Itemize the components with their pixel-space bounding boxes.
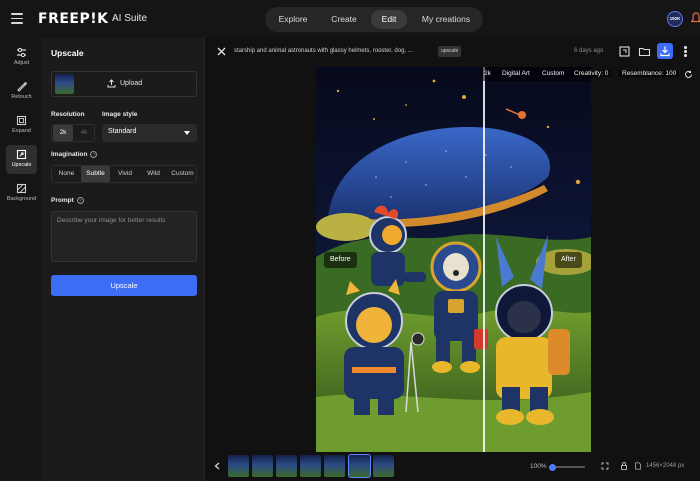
before-label: Before <box>324 252 357 268</box>
nav-create[interactable]: Create <box>323 10 365 29</box>
timestamp: 6 days ago <box>574 48 604 54</box>
resolution-toggle: 2k 4k <box>51 124 95 142</box>
top-bar: FREEP!K AI Suite Explore Create Edit My … <box>0 0 700 38</box>
rail-upscale-label: Upscale <box>11 162 32 168</box>
main-area: starship and animal astronauts with glas… <box>205 38 700 481</box>
refresh-icon[interactable] <box>684 70 693 79</box>
nav-edit[interactable]: Edit <box>371 10 407 29</box>
tool-rail: Adjust Retouch Expand Upscale Background <box>0 38 42 481</box>
imagination-label: Imagination? <box>51 151 98 158</box>
menu-icon[interactable] <box>11 13 23 24</box>
image-dimensions: 1456×2048 px <box>646 463 685 469</box>
rail-background[interactable]: Background <box>6 179 37 208</box>
astronaut-artwork <box>316 67 591 452</box>
nav-explore[interactable]: Explore <box>269 10 317 29</box>
image-style-label: Image style <box>102 111 138 118</box>
resolution-4k[interactable]: 4k <box>74 125 94 141</box>
after-label: After <box>555 252 582 268</box>
resolution-2k[interactable]: 2k <box>53 125 73 141</box>
chevron-left-icon[interactable] <box>214 462 220 470</box>
brush-icon <box>17 81 27 92</box>
info-creativity: Creativity: 0 <box>571 70 612 77</box>
source-thumbnail <box>55 74 74 94</box>
compare-slider[interactable] <box>483 67 485 452</box>
upscale-tag: upscale <box>438 46 462 57</box>
imagination-custom[interactable]: Custom <box>168 166 197 182</box>
upscale-panel: Upscale Upload Resolution Image style 2k… <box>42 38 205 481</box>
info-resolution: 2k <box>484 70 491 77</box>
expand-icon <box>16 115 27 126</box>
imagination-vivid[interactable]: Vivid <box>111 166 139 182</box>
nav-my-creations[interactable]: My creations <box>413 10 479 29</box>
compare-icon[interactable] <box>617 44 632 59</box>
resolution-label: Resolution <box>51 111 85 118</box>
rail-retouch[interactable]: Retouch <box>6 77 37 106</box>
rail-adjust[interactable]: Adjust <box>6 43 37 72</box>
folder-icon[interactable] <box>637 44 652 59</box>
bell-icon[interactable] <box>691 12 700 24</box>
upload-box[interactable]: Upload <box>51 71 197 97</box>
info-style: Digital Art <box>502 70 530 77</box>
rail-expand[interactable]: Expand <box>6 111 37 140</box>
logo-subtitle: AI Suite <box>112 13 148 24</box>
imagination-toggle: None Subtle Vivid Wild Custom <box>51 165 197 183</box>
chevron-down-icon <box>184 131 190 135</box>
lock-icon[interactable] <box>620 462 628 470</box>
history-thumb-selected[interactable] <box>348 454 371 478</box>
imagination-none[interactable]: None <box>53 166 80 182</box>
download-icon <box>660 46 670 57</box>
history-thumb[interactable] <box>324 455 345 477</box>
zoom-value: 100% <box>530 463 547 470</box>
upscale-button[interactable]: Upscale <box>51 275 197 296</box>
rail-expand-label: Expand <box>12 128 31 134</box>
zoom-slider[interactable] <box>549 463 585 471</box>
image-canvas[interactable]: 2k Digital Art Custom Before After <box>316 67 591 452</box>
info-resemblance: Resemblance: 100 <box>619 70 680 77</box>
zoom-handle[interactable] <box>549 463 557 471</box>
imagination-wild[interactable]: Wild <box>140 166 167 182</box>
credits-badge[interactable]: 192K <box>667 11 683 27</box>
upload-icon <box>107 79 116 88</box>
help-icon[interactable]: ? <box>90 151 98 158</box>
image-style-select[interactable]: Standard <box>102 124 197 142</box>
more-options-icon[interactable] <box>684 46 687 58</box>
help-icon[interactable]: ? <box>76 197 84 204</box>
history-thumb[interactable] <box>300 455 321 477</box>
history-thumb[interactable] <box>276 455 297 477</box>
image-description: starship and animal astronauts with glas… <box>234 48 413 54</box>
rail-adjust-label: Adjust <box>13 60 30 66</box>
panel-title: Upscale <box>51 48 84 58</box>
download-button[interactable] <box>657 43 673 59</box>
imagination-subtle[interactable]: Subtle <box>81 166 110 182</box>
close-icon[interactable] <box>217 47 226 56</box>
prompt-placeholder: Describe your image for better results <box>57 217 166 224</box>
upscale-icon <box>16 149 27 160</box>
prompt-input[interactable]: Describe your image for better results <box>51 211 197 262</box>
fit-screen-icon[interactable] <box>601 462 609 470</box>
image-toolbar: starship and animal astronauts with glas… <box>205 38 700 65</box>
info-mode: Custom <box>542 70 565 77</box>
sliders-icon <box>17 47 26 58</box>
upload-label: Upload <box>120 80 143 87</box>
history-thumb[interactable] <box>228 455 249 477</box>
history-thumb[interactable] <box>252 455 273 477</box>
prompt-label: Prompt? <box>51 197 84 204</box>
logo[interactable]: FREEP!K <box>38 11 108 27</box>
rail-upscale[interactable]: Upscale <box>6 145 37 174</box>
file-icon <box>635 462 641 470</box>
image-style-value: Standard <box>108 128 137 135</box>
rail-retouch-label: Retouch <box>11 94 32 100</box>
main-nav: Explore Create Edit My creations <box>265 7 483 32</box>
history-thumb[interactable] <box>373 455 394 477</box>
background-icon <box>16 183 27 194</box>
rail-background-label: Background <box>6 196 37 202</box>
